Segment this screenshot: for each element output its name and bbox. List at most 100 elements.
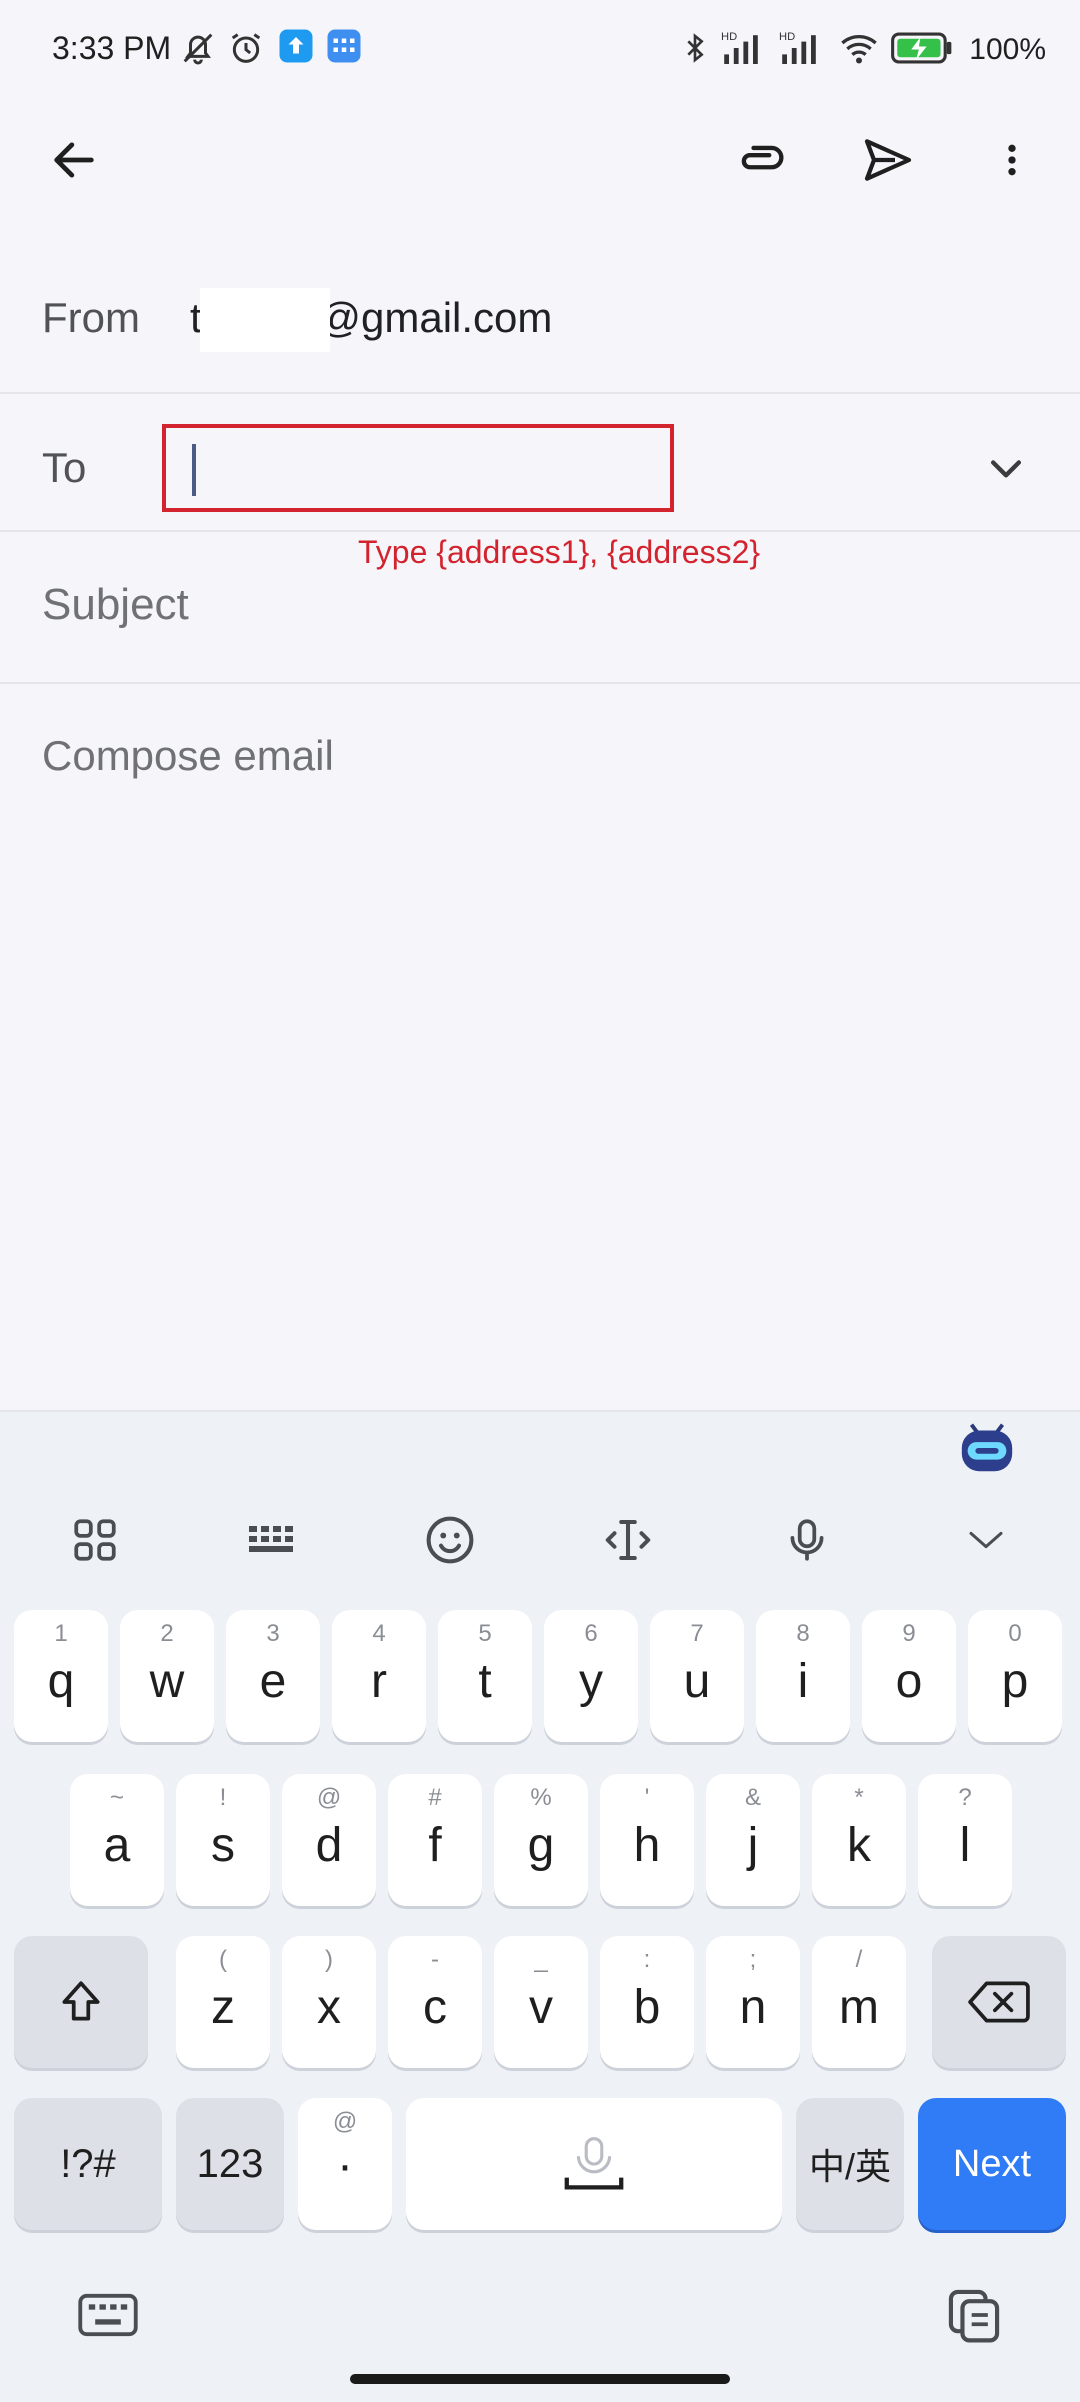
- key-hint: 2: [160, 1620, 174, 1647]
- key-hint: ;: [749, 1946, 757, 1973]
- key-hint: :: [643, 1946, 651, 1973]
- key-u[interactable]: 7u: [650, 1610, 744, 1742]
- key-a[interactable]: ~ a: [70, 1774, 164, 1906]
- symbols-key[interactable]: !?#: [14, 2098, 162, 2230]
- period-key[interactable]: @ ·: [298, 2098, 392, 2230]
- more-vert-icon[interactable]: [972, 120, 1052, 200]
- key-i[interactable]: 8i: [756, 1610, 850, 1742]
- key-o[interactable]: 9o: [862, 1610, 956, 1742]
- language-switch-key[interactable]: 中/英: [796, 2098, 904, 2230]
- key-hint: &: [744, 1784, 761, 1811]
- key-label: c: [423, 1981, 447, 2034]
- key-hint: 3: [266, 1620, 280, 1647]
- subject-field[interactable]: Subject: [42, 580, 189, 630]
- key-label: q: [47, 1655, 75, 1708]
- space-key[interactable]: [406, 2098, 782, 2230]
- key-v[interactable]: _ v: [494, 1936, 588, 2068]
- key-q[interactable]: 1q: [14, 1610, 108, 1742]
- symbols-key-label: !?#: [60, 2141, 116, 2186]
- key-k[interactable]: * k: [812, 1774, 906, 1906]
- key-r[interactable]: 4r: [332, 1610, 426, 1742]
- battery-charging-icon: [891, 31, 953, 70]
- send-icon[interactable]: [848, 120, 928, 200]
- emoji-icon[interactable]: [410, 1500, 490, 1580]
- key-label: v: [529, 1981, 553, 2034]
- key-hint: 0: [1008, 1620, 1022, 1647]
- microphone-icon[interactable]: [767, 1500, 847, 1580]
- bluetooth-icon: [679, 28, 711, 73]
- key-f[interactable]: # f: [388, 1774, 482, 1906]
- to-label: To: [42, 444, 87, 491]
- key-label: d: [315, 1819, 343, 1872]
- key-g[interactable]: % g: [494, 1774, 588, 1906]
- key-x[interactable]: ) x: [282, 1936, 376, 2068]
- key-d[interactable]: @ d: [282, 1774, 376, 1906]
- mute-bell-icon: [178, 28, 218, 73]
- key-c[interactable]: -c: [388, 1936, 482, 2068]
- key-label: f: [428, 1819, 442, 1872]
- key-m[interactable]: / m: [812, 1936, 906, 2068]
- key-hint: %: [530, 1784, 552, 1811]
- svg-text:HD: HD: [779, 31, 795, 43]
- key-s[interactable]: ! s: [176, 1774, 270, 1906]
- key-hint: 7: [690, 1620, 704, 1647]
- key-label: p: [1001, 1655, 1029, 1708]
- key-hint: 4: [372, 1620, 386, 1647]
- key-label: o: [895, 1655, 923, 1708]
- key-hint: 8: [796, 1620, 810, 1647]
- signal-hd-icon: HD: [779, 28, 827, 73]
- language-switch-label: 中/英: [808, 2146, 891, 2187]
- status-right-cluster: HD HD 100%: [679, 28, 1046, 72]
- numbers-key[interactable]: 123: [176, 2098, 284, 2230]
- clipboard-icon[interactable]: [934, 2280, 1014, 2350]
- key-t[interactable]: 5t: [438, 1610, 532, 1742]
- apps-grid-icon[interactable]: [55, 1500, 135, 1580]
- text-cursor-icon[interactable]: [588, 1500, 668, 1580]
- key-label: y: [579, 1655, 603, 1708]
- back-arrow-icon[interactable]: [34, 120, 114, 200]
- collapse-chevron-icon[interactable]: [946, 1500, 1026, 1580]
- key-hint: (: [219, 1946, 227, 1973]
- backspace-key[interactable]: [932, 1936, 1066, 2068]
- upload-app-icon: [278, 28, 314, 69]
- attach-icon[interactable]: [722, 120, 802, 200]
- key-b[interactable]: :b: [600, 1936, 694, 2068]
- key-z[interactable]: (z: [176, 1936, 270, 2068]
- keyboard-switch-icon[interactable]: [68, 2280, 148, 2350]
- key-e[interactable]: 3e: [226, 1610, 320, 1742]
- soft-keyboard: [0, 1410, 1080, 2402]
- key-label: g: [527, 1819, 555, 1872]
- key-label: l: [959, 1819, 971, 1872]
- key-n[interactable]: ; n: [706, 1936, 800, 2068]
- divider: [0, 530, 1080, 532]
- compose-body-field[interactable]: Compose email: [42, 732, 334, 780]
- key-hint: ~: [109, 1784, 124, 1811]
- calendar-app-icon: [326, 28, 362, 69]
- next-key-label: Next: [952, 2142, 1032, 2185]
- key-hint: ': [644, 1784, 650, 1811]
- key-label: a: [103, 1819, 131, 1872]
- gesture-nav-pill[interactable]: [350, 2374, 730, 2384]
- key-w[interactable]: 2w: [120, 1610, 214, 1742]
- key-p[interactable]: 0p: [968, 1610, 1062, 1742]
- battery-percent: 100%: [969, 33, 1046, 66]
- to-input[interactable]: [162, 424, 674, 512]
- wifi-icon: [837, 28, 881, 73]
- key-hint: /: [855, 1946, 863, 1973]
- key-label: i: [797, 1655, 809, 1708]
- key-l[interactable]: ? l: [918, 1774, 1012, 1906]
- period-key-label: ·: [337, 2139, 353, 2192]
- assistant-robot-icon[interactable]: [956, 1416, 1018, 1481]
- key-label: w: [149, 1655, 185, 1708]
- key-hint: *: [854, 1784, 864, 1811]
- divider: [0, 682, 1080, 684]
- key-h[interactable]: ' h: [600, 1774, 694, 1906]
- key-y[interactable]: 6y: [544, 1610, 638, 1742]
- keyboard-layout-icon[interactable]: [233, 1500, 313, 1580]
- next-key[interactable]: Next: [918, 2098, 1066, 2230]
- key-label: e: [259, 1655, 287, 1708]
- key-j[interactable]: & j: [706, 1774, 800, 1906]
- key-hint: !: [219, 1784, 227, 1811]
- chevron-down-icon[interactable]: [966, 428, 1046, 508]
- shift-key[interactable]: [14, 1936, 148, 2068]
